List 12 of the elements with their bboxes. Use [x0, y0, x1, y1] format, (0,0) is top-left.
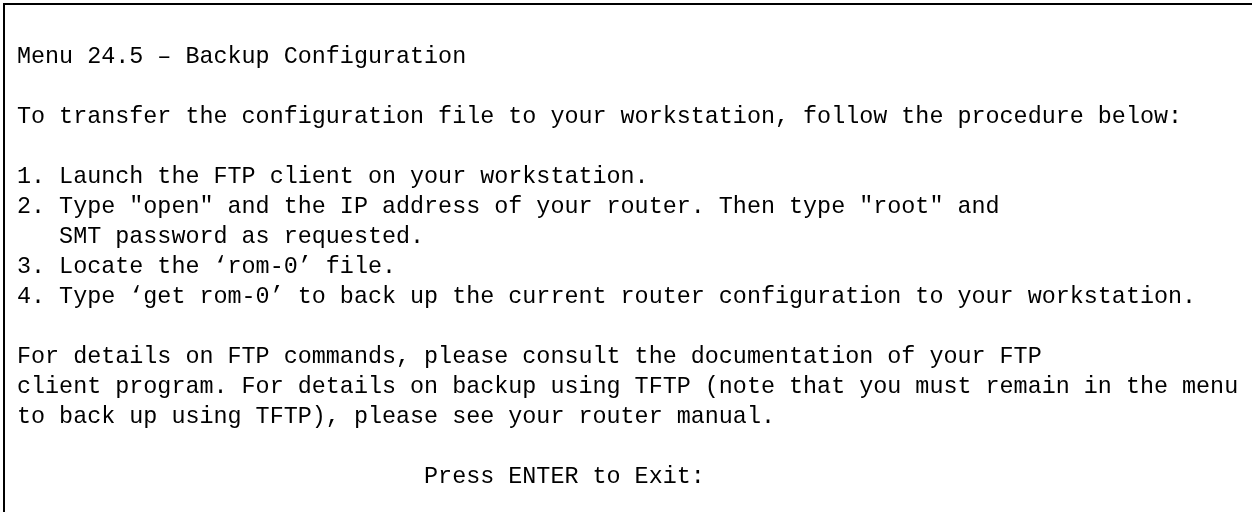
step-number: 3.	[17, 253, 47, 282]
step-text: Launch the FTP client on your workstation.	[59, 163, 649, 192]
step-number: 1.	[17, 163, 47, 192]
note-paragraph: For details on FTP commands, please consult the documentation of your FTP client program. For details on backup using TFTP (note that you must remain in the menu to back up using TFTP), please see your router manual.	[17, 343, 1239, 432]
step-text: Type ‘get rom-0’ to back up the current router configuration to your workstation.	[59, 283, 1197, 312]
step-number: 4.	[17, 283, 47, 312]
step-number: 2.	[17, 193, 47, 222]
step-text: Type "open" and the IP address of your router. Then type "root" and SMT password as requested.	[59, 193, 1000, 252]
menu-title: Menu 24.5 – Backup Configuration	[17, 44, 467, 70]
intro-text: To transfer the configuration file to your workstation, follow the procedure below:	[17, 104, 1183, 130]
exit-prompt: Press ENTER to Exit:	[424, 464, 705, 490]
step-text: Locate the ‘rom-0’ file.	[59, 253, 396, 282]
